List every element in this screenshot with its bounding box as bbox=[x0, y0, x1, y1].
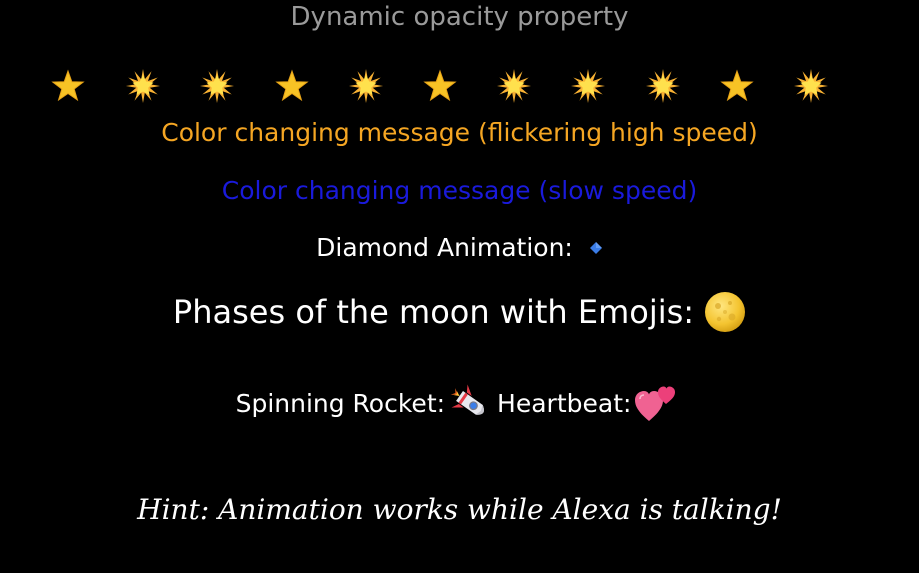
rocket-icon bbox=[445, 382, 497, 426]
star-icon bbox=[420, 64, 460, 108]
glowing-star-icon bbox=[346, 64, 386, 108]
small-blue-diamond-icon bbox=[589, 241, 603, 255]
fast-color-message: Color changing message (flickering high … bbox=[161, 118, 758, 147]
spinning-rocket-label: Spinning Rocket: bbox=[235, 389, 446, 418]
glowing-star-icon bbox=[123, 64, 163, 108]
slow-color-message: Color changing message (slow speed) bbox=[221, 176, 698, 205]
star-row bbox=[0, 64, 919, 108]
moon-phases-row: Phases of the moon with Emojis: bbox=[0, 290, 919, 334]
star-icon bbox=[717, 64, 757, 108]
hint-text: Hint: Animation works while Alexa is tal… bbox=[137, 493, 782, 526]
glowing-star-icon bbox=[197, 64, 237, 108]
glowing-star-icon bbox=[643, 64, 683, 108]
star-icon bbox=[48, 64, 88, 108]
glowing-star-icon bbox=[494, 64, 534, 108]
diamond-animation-label: Diamond Animation: bbox=[316, 233, 573, 262]
glowing-star-icon bbox=[791, 64, 831, 108]
moon-phases-label: Phases of the moon with Emojis: bbox=[172, 293, 695, 331]
glowing-star-icon bbox=[568, 64, 608, 108]
full-moon-icon bbox=[704, 291, 746, 333]
diamond-animation-row: Diamond Animation: bbox=[0, 231, 919, 265]
heartbeat-label: Heartbeat: bbox=[497, 389, 632, 418]
opacity-demo-title: Dynamic opacity property bbox=[290, 2, 629, 32]
rocket-heartbeat-row: Spinning Rocket: Heartbeat: bbox=[0, 382, 919, 426]
star-icon bbox=[272, 64, 312, 108]
two-hearts-icon bbox=[631, 382, 683, 426]
